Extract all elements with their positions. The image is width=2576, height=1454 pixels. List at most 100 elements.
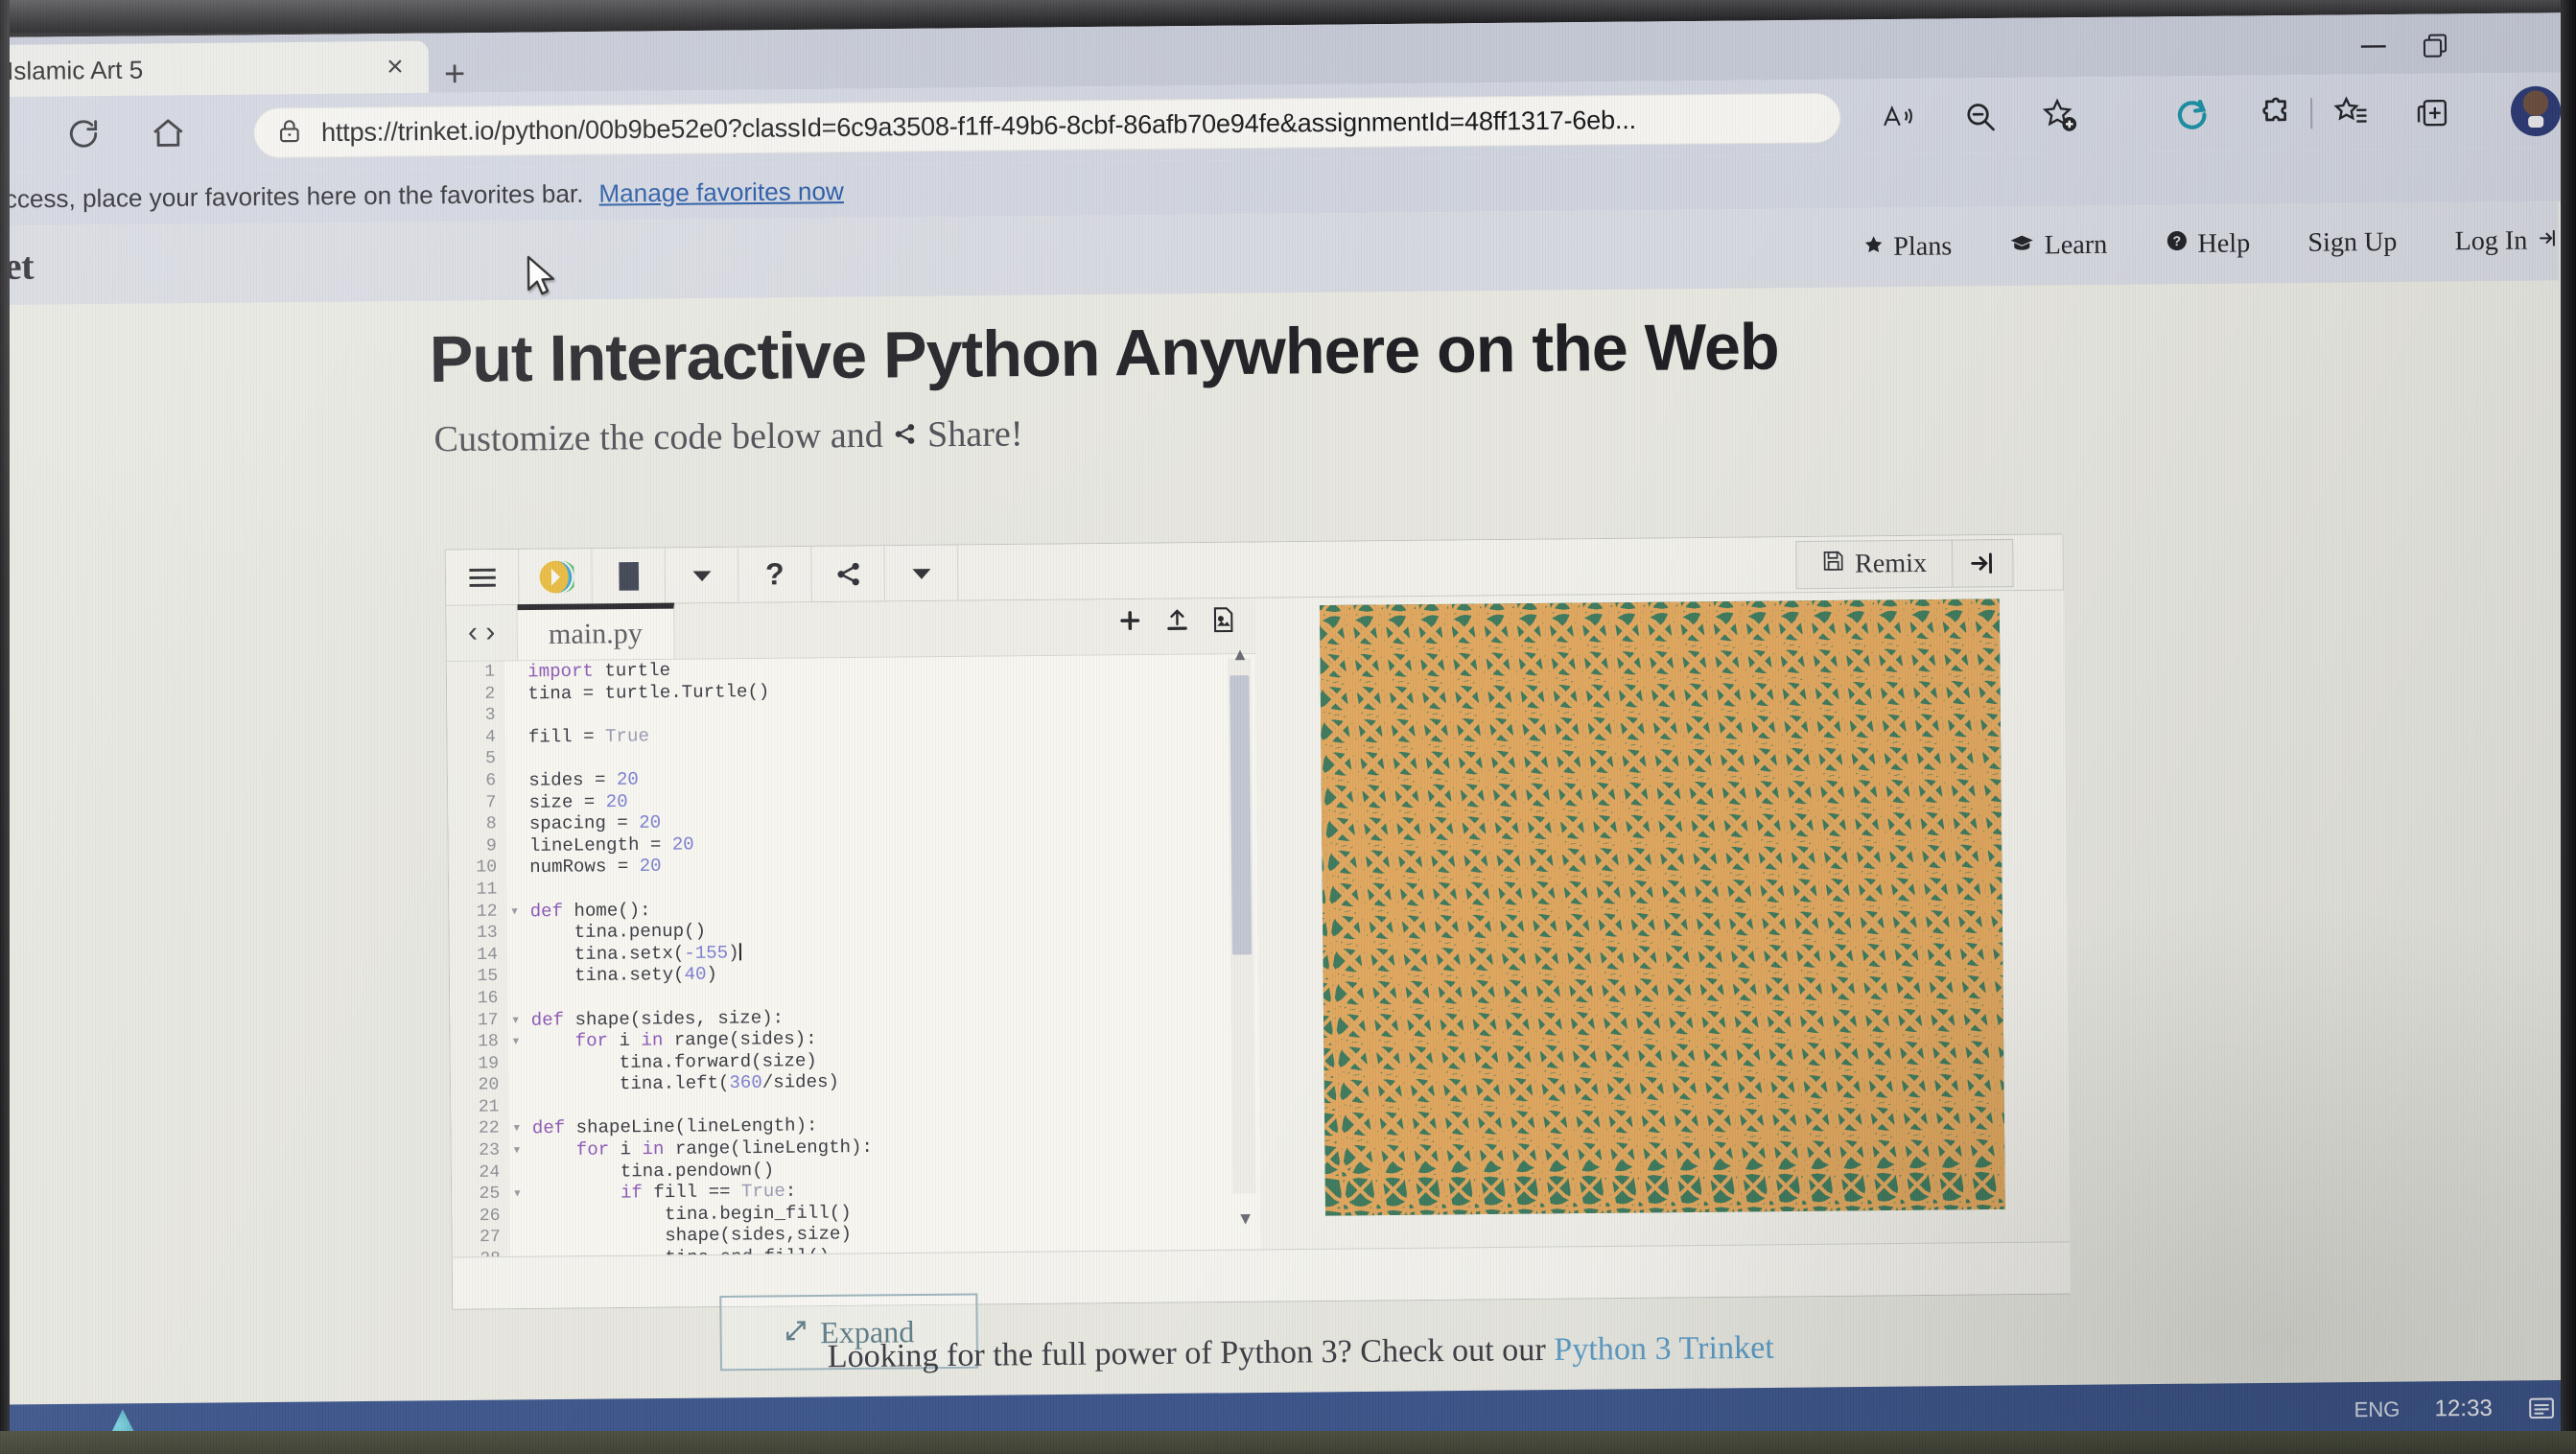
nav-item-signup[interactable]: Sign Up — [2307, 227, 2397, 259]
close-icon[interactable]: × — [377, 53, 413, 82]
fold-toggle-icon[interactable]: ▾ — [508, 1009, 524, 1031]
code-text: tina.penup() — [523, 921, 706, 945]
page-footer: Looking for the full power of Python 3? … — [8, 1322, 2576, 1383]
refresh-icon[interactable] — [56, 106, 112, 162]
code-text: shape(sides,size) — [526, 1224, 852, 1249]
nav-label-signup: Sign Up — [2307, 227, 2397, 259]
svg-text:?: ? — [2172, 233, 2181, 248]
fold-toggle-icon[interactable]: ▾ — [508, 1031, 524, 1053]
address-bar[interactable]: https://trinket.io/python/00b9be52e0?cla… — [253, 93, 1840, 158]
signin-button[interactable] — [1953, 540, 2013, 587]
run-icon[interactable] — [519, 549, 593, 604]
zoom-out-icon[interactable] — [1955, 91, 2005, 142]
code-editor-pane: ‹ › main.py — [446, 598, 1261, 1259]
line-number: 19 — [451, 1053, 508, 1075]
nav-label-login: Log In — [2454, 225, 2527, 257]
nav-label-learn: Learn — [2044, 230, 2107, 262]
share-icon-toolbar[interactable] — [811, 546, 885, 601]
add-favorite-icon[interactable] — [2035, 90, 2086, 141]
turtle-graphics-canvas[interactable] — [1320, 598, 2005, 1215]
code-text: def shapeLine(lineLength): — [525, 1115, 818, 1140]
code-text: for i in range(lineLength): — [525, 1137, 873, 1161]
stop-icon[interactable] — [592, 548, 666, 603]
extensions-icon[interactable] — [2251, 88, 2302, 139]
line-number: 10 — [449, 857, 506, 879]
code-text: import turtle — [520, 660, 670, 683]
fold-toggle-icon — [509, 1205, 525, 1227]
fold-toggle-icon — [507, 944, 523, 966]
fold-toggle-icon[interactable]: ▾ — [509, 1139, 525, 1161]
add-image-icon[interactable] — [1210, 606, 1235, 633]
line-number: 2 — [447, 683, 504, 705]
python3-trinket-link[interactable]: Python 3 Trinket — [1554, 1330, 1774, 1368]
question-circle-icon: ? — [2165, 229, 2188, 260]
line-number: 22 — [451, 1118, 508, 1140]
scrollbar-thumb[interactable] — [1229, 675, 1252, 954]
browser-tab-title: Islamic Art 5 — [7, 53, 377, 86]
manage-favorites-link[interactable]: Manage favorites now — [598, 176, 844, 209]
fold-toggle-icon — [505, 726, 521, 748]
minimize-icon[interactable] — [2354, 32, 2393, 61]
code-text — [522, 879, 529, 901]
screen-content: Islamic Art 5 × + → — [0, 12, 2576, 1454]
notifications-icon[interactable] — [2527, 1395, 2556, 1420]
code-text: tina.left(360/sides) — [524, 1071, 839, 1096]
code-text: tina.forward(size) — [524, 1050, 817, 1075]
fold-toggle-icon[interactable]: ▾ — [509, 1118, 525, 1140]
line-number: 11 — [449, 879, 506, 901]
upload-icon[interactable] — [1164, 606, 1189, 633]
nav-item-plans[interactable]: Plans — [1862, 231, 1952, 263]
read-aloud-icon[interactable] — [1873, 92, 1924, 143]
line-number: 20 — [451, 1074, 508, 1096]
code-text: for i in range(sides): — [524, 1028, 817, 1053]
code-text: if fill == True: — [525, 1181, 796, 1205]
page-body: ket Plans Learn — [0, 201, 2576, 1454]
chevron-down-icon-2[interactable] — [884, 545, 958, 600]
question-icon[interactable]: ? — [738, 547, 812, 602]
profile-avatar[interactable] — [2511, 86, 2562, 137]
signin-arrow-icon — [2537, 225, 2558, 256]
graduation-cap-icon — [2009, 230, 2034, 261]
file-tab-main-py[interactable]: main.py — [518, 603, 675, 661]
code-view-toggle[interactable]: ‹ › — [446, 604, 518, 661]
nav-item-learn[interactable]: Learn — [2009, 230, 2107, 262]
fold-toggle-icon — [506, 879, 522, 901]
laptop-bezel-bottom — [0, 1431, 2576, 1454]
add-file-icon[interactable] — [1116, 607, 1143, 634]
subtitle-text-after: Share! — [927, 412, 1023, 456]
browser-tab[interactable]: Islamic Art 5 × — [0, 41, 429, 98]
hamburger-menu-icon[interactable] — [446, 550, 520, 605]
fold-toggle-icon — [508, 1053, 524, 1075]
favorites-list-icon[interactable] — [2326, 87, 2377, 138]
fold-toggle-icon[interactable]: ▾ — [506, 901, 522, 923]
new-tab-icon[interactable]: + — [444, 54, 466, 95]
turtle-drawing — [1320, 598, 2005, 1215]
code-text-area[interactable]: 1import turtle2tina = turtle.Turtle()34f… — [447, 654, 1261, 1259]
code-text: fill = True — [521, 725, 649, 748]
remix-button[interactable]: Remix — [1797, 541, 1954, 589]
taskbar-language[interactable]: ENG — [2354, 1397, 2400, 1423]
code-text — [521, 705, 528, 727]
line-number: 6 — [448, 770, 505, 792]
code-text — [524, 1096, 531, 1118]
nav-item-login[interactable]: Log In — [2454, 225, 2558, 257]
laptop-bezel-left — [0, 0, 10, 1454]
home-icon[interactable] — [140, 105, 197, 161]
nav-item-help[interactable]: ? Help — [2165, 228, 2250, 260]
fold-toggle-icon — [506, 835, 522, 857]
laptop-bezel-right — [2561, 0, 2576, 1454]
footer-text: Looking for the full power of Python 3? … — [828, 1332, 1546, 1374]
restore-window-icon[interactable] — [2418, 31, 2456, 60]
chevron-down-icon[interactable] — [666, 548, 739, 603]
code-text: sides = 20 — [521, 769, 639, 792]
split-screen-icon[interactable] — [2407, 87, 2458, 138]
code-text: tina = turtle.Turtle() — [520, 681, 769, 705]
code-text: def shape(sides, size): — [524, 1007, 785, 1031]
line-number: 25 — [452, 1184, 509, 1206]
taskbar-clock[interactable]: 12:33 — [2434, 1395, 2493, 1423]
fold-toggle-icon[interactable]: ▾ — [509, 1184, 525, 1206]
text-caret — [738, 943, 740, 960]
trinket-widget: ? — [445, 533, 2070, 1309]
copilot-icon[interactable] — [2166, 89, 2217, 140]
page-title: Put Interactive Python Anywhere on the W… — [429, 309, 1779, 397]
